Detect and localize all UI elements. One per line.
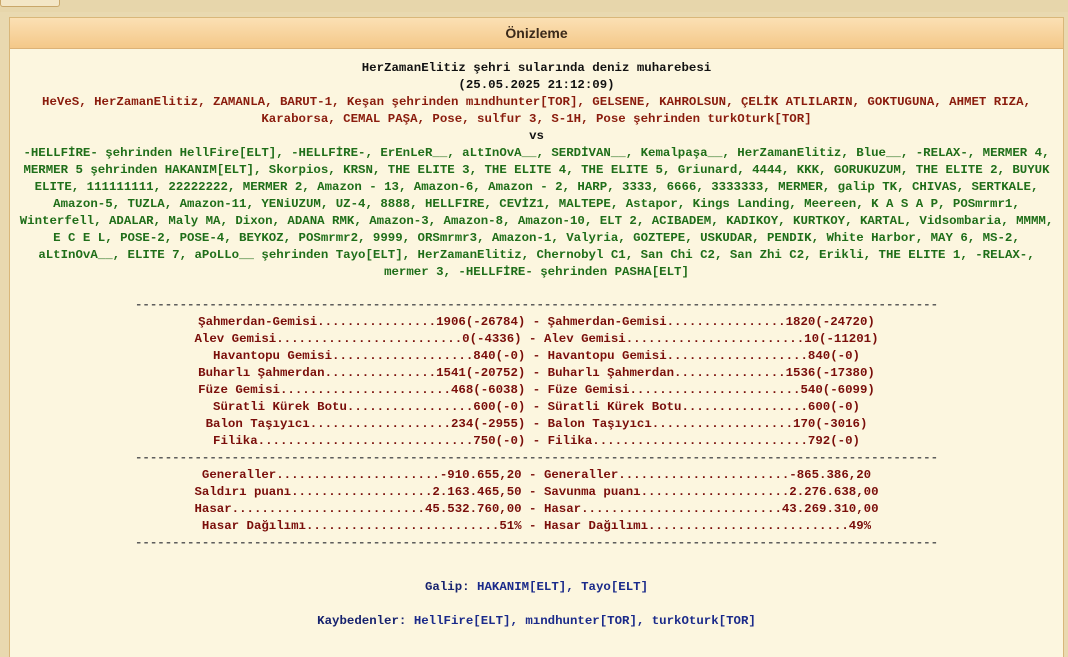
right-cell: Hasar Dağılımı..........................…: [543, 519, 872, 533]
table-row: Şahmerdan-Gemisi................1906(-26…: [10, 314, 1063, 331]
right-cell: Buharlı Şahmerdan...............1536(-17…: [547, 366, 875, 380]
left-cell: Hasar Dağılımı..........................…: [201, 519, 522, 533]
left-cell: Buharlı Şahmerdan...............1541(-20…: [198, 366, 526, 380]
left-cell: Saldırı puanı...................2.163.46…: [194, 485, 522, 499]
left-cell: Generaller......................-910.655…: [201, 468, 522, 482]
table-rule-mid: ----------------------------------------…: [134, 451, 939, 465]
table-row: Filika.............................750(-…: [10, 433, 1063, 450]
right-cell: Havantopu Gemisi...................840(-…: [547, 349, 860, 363]
separator: -: [525, 383, 548, 397]
table-rule-bottom: ----------------------------------------…: [134, 536, 939, 550]
battle-table: ----------------------------------------…: [10, 297, 1063, 552]
left-cell: Alev Gemisi.........................0(-4…: [194, 332, 522, 346]
left-cell: Şahmerdan-Gemisi................1906(-26…: [198, 315, 526, 329]
separator: -: [525, 349, 548, 363]
right-cell: Süratli Kürek Botu.................600(-…: [547, 400, 860, 414]
separator: -: [521, 502, 544, 516]
battle-datetime: (25.05.2025 21:12:09): [458, 78, 615, 92]
stats-row: Saldırı puanı...................2.163.46…: [10, 484, 1063, 501]
panel-title: Önizleme: [10, 18, 1063, 49]
separator: -: [521, 485, 544, 499]
left-cell: Hasar..........................45.532.76…: [194, 502, 522, 516]
winner-label: Galip:: [424, 580, 470, 594]
separator: -: [521, 519, 544, 533]
separator: -: [521, 332, 544, 346]
versus-label: vs: [529, 129, 544, 143]
left-cell: Balon Taşıyıcı...................234(-29…: [205, 417, 526, 431]
table-row: Balon Taşıyıcı...................234(-29…: [10, 416, 1063, 433]
table-row: Havantopu Gemisi...................840(-…: [10, 348, 1063, 365]
table-row: Füze Gemisi.......................468(-6…: [10, 382, 1063, 399]
defender-list: -HELLFİRE- şehrinden HellFire[ELT], -HEL…: [19, 146, 1054, 279]
right-cell: Savunma puanı....................2.276.6…: [543, 485, 879, 499]
right-cell: Hasar...........................43.269.3…: [543, 502, 879, 516]
right-cell: Generaller.......................-865.38…: [543, 468, 872, 482]
separator: -: [521, 468, 544, 482]
right-cell: Füze Gemisi.......................540(-6…: [547, 383, 875, 397]
separator: -: [525, 366, 548, 380]
losers-line: Kaybedenler: HellFire[ELT], mındhunter[T…: [10, 613, 1063, 630]
table-rule-top: ----------------------------------------…: [134, 298, 939, 312]
separator: -: [525, 315, 548, 329]
attacker-list: HeVeS, HerZamanElitiz, ZAMANLA, BARUT-1,…: [42, 95, 1031, 126]
right-cell: Balon Taşıyıcı...................170(-30…: [547, 417, 868, 431]
right-cell: Alev Gemisi........................10(-1…: [543, 332, 879, 346]
separator: -: [525, 400, 548, 414]
table-row: Buharlı Şahmerdan...............1541(-20…: [10, 365, 1063, 382]
separator: -: [525, 417, 548, 431]
loser-label: Kaybedenler:: [317, 614, 407, 628]
stats-row: Hasar..........................45.532.76…: [10, 501, 1063, 518]
battle-title: HerZamanElitiz şehri sularında deniz muh…: [361, 61, 712, 75]
stats-row: Hasar Dağılımı..........................…: [10, 518, 1063, 535]
table-row: Alev Gemisi.........................0(-4…: [10, 331, 1063, 348]
left-cell: Füze Gemisi.......................468(-6…: [198, 383, 526, 397]
winner-names: HAKANIM[ELT], Tayo[ELT]: [477, 580, 649, 594]
right-cell: Şahmerdan-Gemisi................1820(-24…: [547, 315, 875, 329]
loser-names: HellFire[ELT], mındhunter[TOR], turkOtur…: [413, 614, 756, 628]
top-strip: [0, 0, 1068, 12]
tab-handle[interactable]: [0, 0, 60, 7]
preview-panel: Önizleme HerZamanElitiz şehri sularında …: [9, 17, 1064, 657]
stats-row: Generaller......................-910.655…: [10, 467, 1063, 484]
left-cell: Havantopu Gemisi...................840(-…: [213, 349, 526, 363]
battle-report: HerZamanElitiz şehri sularında deniz muh…: [10, 60, 1063, 630]
left-cell: Süratli Kürek Botu.................600(-…: [213, 400, 526, 414]
left-cell: Filika.............................750(-…: [213, 434, 526, 448]
table-row: Süratli Kürek Botu.................600(-…: [10, 399, 1063, 416]
winners-line: Galip: HAKANIM[ELT], Tayo[ELT]: [10, 579, 1063, 596]
right-cell: Filika.............................792(-…: [547, 434, 860, 448]
separator: -: [525, 434, 548, 448]
